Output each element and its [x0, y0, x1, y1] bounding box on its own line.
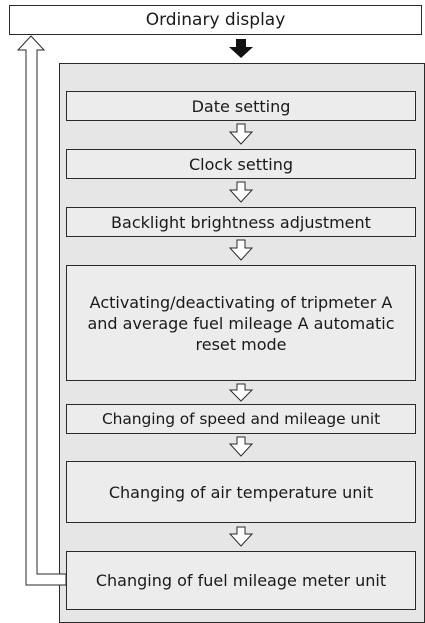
down-arrow-outline-icon	[228, 123, 254, 145]
down-arrow-solid-icon	[229, 39, 253, 58]
return-arrow-icon	[16, 35, 67, 586]
down-arrow-outline-icon	[228, 383, 254, 402]
down-arrow-outline-icon	[228, 181, 254, 203]
arrows-layer	[16, 35, 254, 586]
down-arrow-outline-icon	[228, 436, 254, 457]
down-arrow-outline-icon	[228, 239, 254, 261]
down-arrow-outline-icon	[228, 526, 254, 547]
